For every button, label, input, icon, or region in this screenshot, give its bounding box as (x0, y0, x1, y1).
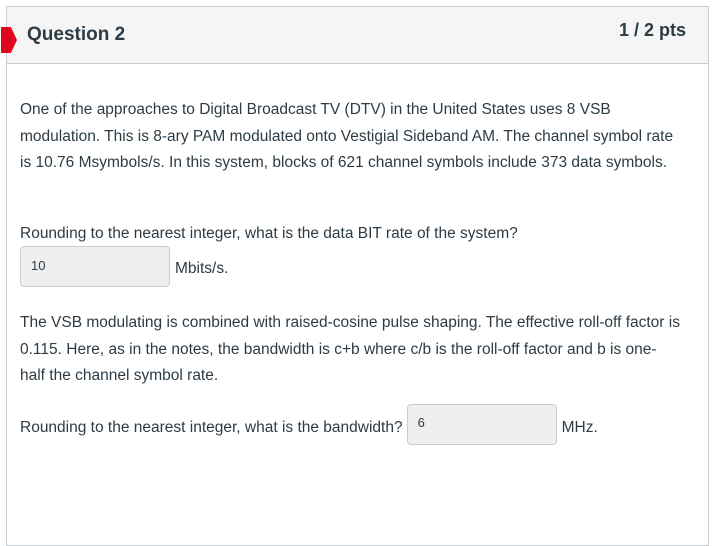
answer-row-2: Rounding to the nearest integer, what is… (20, 404, 598, 446)
question-prompt-2: Rounding to the nearest integer, what is… (20, 419, 403, 436)
question-prompt-1: Rounding to the nearest integer, what is… (20, 225, 518, 242)
question-text-paragraph-1: One of the approaches to Digital Broadca… (20, 101, 674, 171)
question-text-paragraph-2: The VSB modulating is combined with rais… (20, 314, 680, 384)
bandwidth-unit-label: MHz. (561, 419, 598, 436)
question-points: 1 / 2 pts (618, 20, 686, 40)
answer-row-1: 10 Mbits/s. (20, 246, 228, 288)
bit-rate-unit-label: Mbits/s. (175, 260, 229, 277)
question-header: Question 2 1 / 2 pts (1, 7, 708, 64)
flag-icon (1, 27, 17, 53)
question-title: Question 2 (27, 24, 126, 45)
bandwidth-answer-input[interactable]: 6 (406, 404, 557, 445)
bit-rate-answer-input[interactable]: 10 (20, 246, 170, 287)
